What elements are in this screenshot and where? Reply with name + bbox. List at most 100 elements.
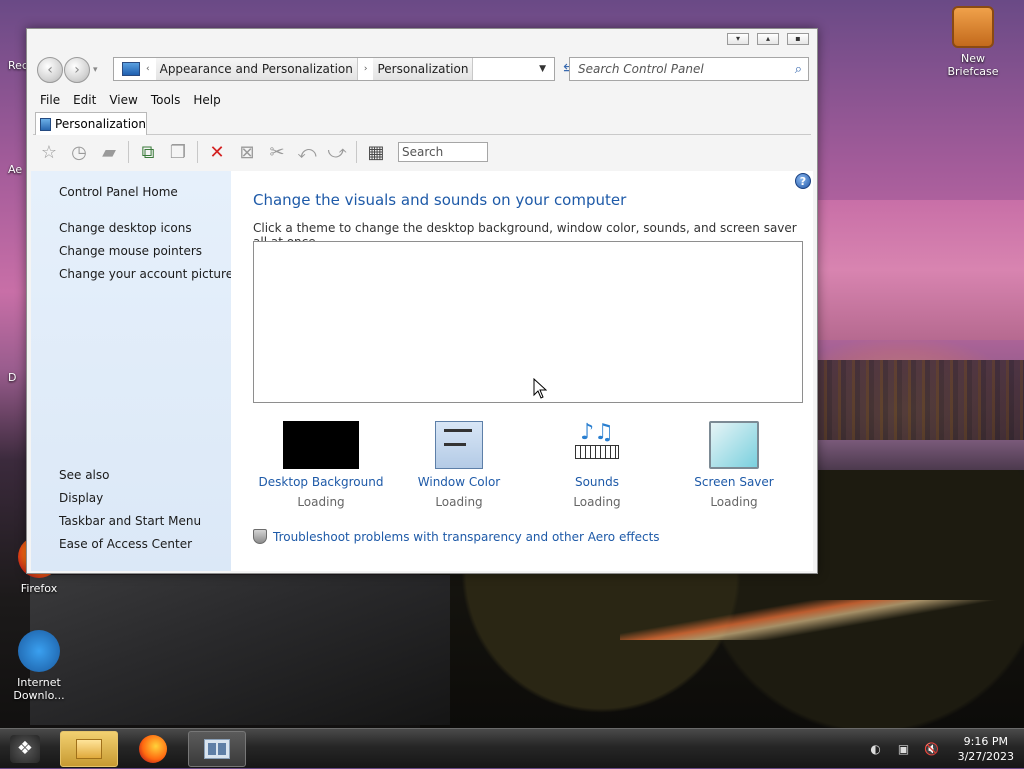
screen-saver-label[interactable]: Screen Saver xyxy=(666,475,802,489)
toolbar-separator xyxy=(197,141,198,163)
taskbar-start-menu-link[interactable]: Taskbar and Start Menu xyxy=(59,514,201,528)
shield-icon xyxy=(253,529,267,544)
desktop-background-preview xyxy=(283,421,359,469)
navigation-bar: ‹ › ▾ ‹ Appearance and Personalization ›… xyxy=(33,55,811,87)
troubleshoot-aero-link[interactable]: Troubleshoot problems with transparency … xyxy=(273,530,660,544)
taskbar-control-panel[interactable] xyxy=(188,731,246,767)
view-options-icon[interactable]: ▦ xyxy=(362,139,390,165)
help-icon[interactable]: ? xyxy=(795,173,811,189)
system-clock[interactable]: 9:16 PM 3/27/2023 xyxy=(958,734,1014,764)
window-color-label[interactable]: Window Color xyxy=(391,475,527,489)
window-color-option[interactable]: Window Color Loading xyxy=(391,421,527,509)
taskbar-firefox[interactable] xyxy=(124,731,182,767)
ease-of-access-link[interactable]: Ease of Access Center xyxy=(59,537,192,551)
tab-personalization[interactable]: Personalization xyxy=(35,112,147,135)
breadcrumb-personalization[interactable]: Personalization xyxy=(373,58,474,80)
screen-saver-icon xyxy=(709,421,759,469)
copy-to-icon[interactable]: ❐ xyxy=(164,139,192,165)
window-controls: ▾ ▴ ▪ xyxy=(727,33,809,45)
desktop-icon-internet-download-manager[interactable]: Internet Downlo... xyxy=(4,630,74,702)
volume-muted-icon[interactable]: 🔇 xyxy=(924,742,940,756)
window-color-status: Loading xyxy=(435,495,483,509)
page-title: Change the visuals and sounds on your co… xyxy=(253,191,627,209)
recent-pages-dropdown[interactable]: ▾ xyxy=(93,65,98,75)
sounds-label[interactable]: Sounds xyxy=(529,475,665,489)
task-pane: Control Panel Home Change desktop icons … xyxy=(31,171,233,571)
breadcrumb-appearance-and-personalization[interactable]: Appearance and Personalization xyxy=(155,58,358,80)
taskbar: ❖ ◐ ▣ 🔇 9:16 PM 3/27/2023 xyxy=(0,728,1024,768)
window-color-icon xyxy=(435,421,483,469)
folder-icon xyxy=(76,739,102,759)
toggle-icon[interactable]: ◐ xyxy=(868,742,884,756)
network-icon[interactable]: ▣ xyxy=(896,742,912,756)
maximize-button[interactable]: ▴ xyxy=(757,33,779,45)
change-mouse-pointers-link[interactable]: Change mouse pointers xyxy=(59,244,202,258)
taskbar-file-explorer[interactable] xyxy=(60,731,118,767)
control-panel-home-link[interactable]: Control Panel Home xyxy=(59,185,178,199)
briefcase-icon xyxy=(952,6,994,48)
undo-icon[interactable]: ⤺ xyxy=(293,139,321,165)
tab-label: Personalization xyxy=(55,117,146,131)
personalization-icon xyxy=(40,117,52,131)
sounds-option[interactable]: ♪♫ Sounds Loading xyxy=(529,421,665,510)
troubleshoot-link-row[interactable]: Troubleshoot problems with transparency … xyxy=(253,529,660,544)
history-icon[interactable]: ◷ xyxy=(65,139,93,165)
desktop-icon-label: New Briefcase xyxy=(947,52,999,78)
minimize-button[interactable]: ▾ xyxy=(727,33,749,45)
system-tray: ◐ ▣ 🔇 9:16 PM 3/27/2023 xyxy=(868,729,1014,769)
screen-saver-option[interactable]: Screen Saver Loading xyxy=(666,421,802,509)
desktop-icon-label-partial[interactable]: D xyxy=(8,371,16,384)
desktop-background-status: Loading xyxy=(297,495,345,509)
theme-list[interactable] xyxy=(253,241,803,403)
delete-icon[interactable]: ✕ xyxy=(203,139,231,165)
menu-file[interactable]: File xyxy=(35,91,68,111)
desktop-icon-label-partial[interactable]: Rec xyxy=(8,59,28,72)
clock-date: 3/27/2023 xyxy=(957,750,1014,763)
keyboard-icon xyxy=(575,445,619,459)
tab-bar: Personalization xyxy=(33,111,811,135)
breadcrumb-chevron-icon[interactable]: › xyxy=(364,64,368,74)
address-dropdown-icon[interactable]: ▼ xyxy=(539,64,546,74)
change-account-picture-link[interactable]: Change your account picture xyxy=(59,267,233,281)
breadcrumb-chevron-icon[interactable]: ‹ xyxy=(146,64,150,74)
main-content: ? Change the visuals and sounds on your … xyxy=(231,171,813,571)
address-bar[interactable]: ‹ Appearance and Personalization › Perso… xyxy=(113,57,555,81)
menu-bar: File Edit View Tools Help xyxy=(27,91,817,111)
menu-edit[interactable]: Edit xyxy=(68,91,104,111)
close-button[interactable]: ▪ xyxy=(787,33,809,45)
redo-icon[interactable]: ⤻ xyxy=(323,139,351,165)
start-button[interactable]: ❖ xyxy=(10,735,40,763)
search-control-panel-input[interactable]: Search Control Panel ⌕ xyxy=(569,57,809,81)
desktop-background-label[interactable]: Desktop Background xyxy=(253,475,389,489)
wallpaper-sky xyxy=(818,200,1024,340)
move-to-icon[interactable]: ⧉ xyxy=(134,139,162,165)
wallpaper-light-trails xyxy=(620,600,1024,640)
forward-arrow-icon: › xyxy=(74,62,80,78)
back-arrow-icon: ‹ xyxy=(47,62,53,78)
wallpaper-city xyxy=(818,360,1024,440)
toolbar-separator xyxy=(128,141,129,163)
forward-button[interactable]: › xyxy=(64,57,90,83)
display-link[interactable]: Display xyxy=(59,491,103,505)
search-icon[interactable]: ⌕ xyxy=(795,62,802,77)
menu-help[interactable]: Help xyxy=(188,91,228,111)
desktop-icon-label-partial[interactable]: Ae xyxy=(8,163,22,176)
menu-tools[interactable]: Tools xyxy=(146,91,189,111)
back-button[interactable]: ‹ xyxy=(37,57,63,83)
firefox-icon xyxy=(139,735,167,763)
toolbar-separator xyxy=(356,141,357,163)
change-desktop-icons-link[interactable]: Change desktop icons xyxy=(59,221,192,235)
toolbar-search-input[interactable]: Search xyxy=(398,142,488,162)
folders-icon[interactable]: ▰ xyxy=(95,139,123,165)
desktop-icon-label: Internet Downlo... xyxy=(13,676,65,702)
menu-view[interactable]: View xyxy=(104,91,145,111)
delete-window-icon[interactable]: ⊠ xyxy=(233,139,261,165)
toolbar: ☆ ◷ ▰ ⧉ ❐ ✕ ⊠ ✂ ⤺ ⤻ ▦ Search xyxy=(33,137,811,167)
screen-saver-status: Loading xyxy=(710,495,758,509)
cut-icon[interactable]: ✂ xyxy=(263,139,291,165)
favorites-star-icon[interactable]: ☆ xyxy=(35,139,63,165)
control-panel-window-icon xyxy=(204,739,230,759)
desktop-background-option[interactable]: Desktop Background Loading xyxy=(253,421,389,509)
control-panel-icon xyxy=(122,62,140,76)
desktop-icon-new-briefcase[interactable]: New Briefcase xyxy=(938,6,1008,78)
